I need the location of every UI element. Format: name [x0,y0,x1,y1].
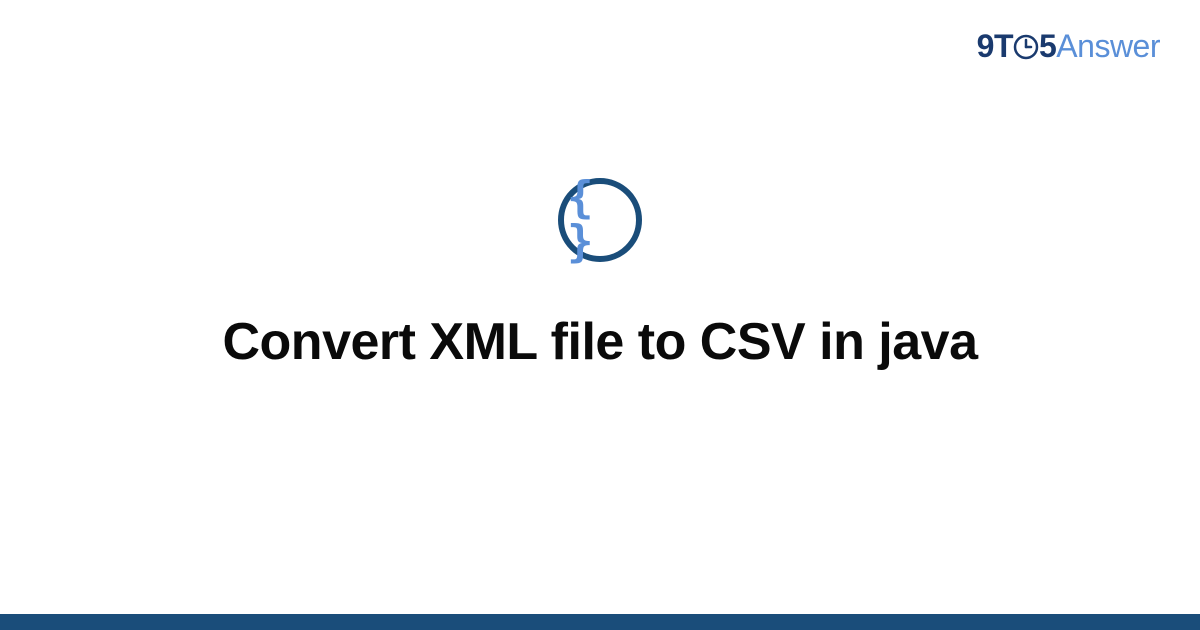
page-title: Convert XML file to CSV in java [222,312,977,372]
code-braces-icon: { } [567,176,639,264]
main-content: { } Convert XML file to CSV in java [0,0,1200,590]
topic-icon-circle: { } [558,178,642,262]
footer-accent-bar [0,614,1200,630]
